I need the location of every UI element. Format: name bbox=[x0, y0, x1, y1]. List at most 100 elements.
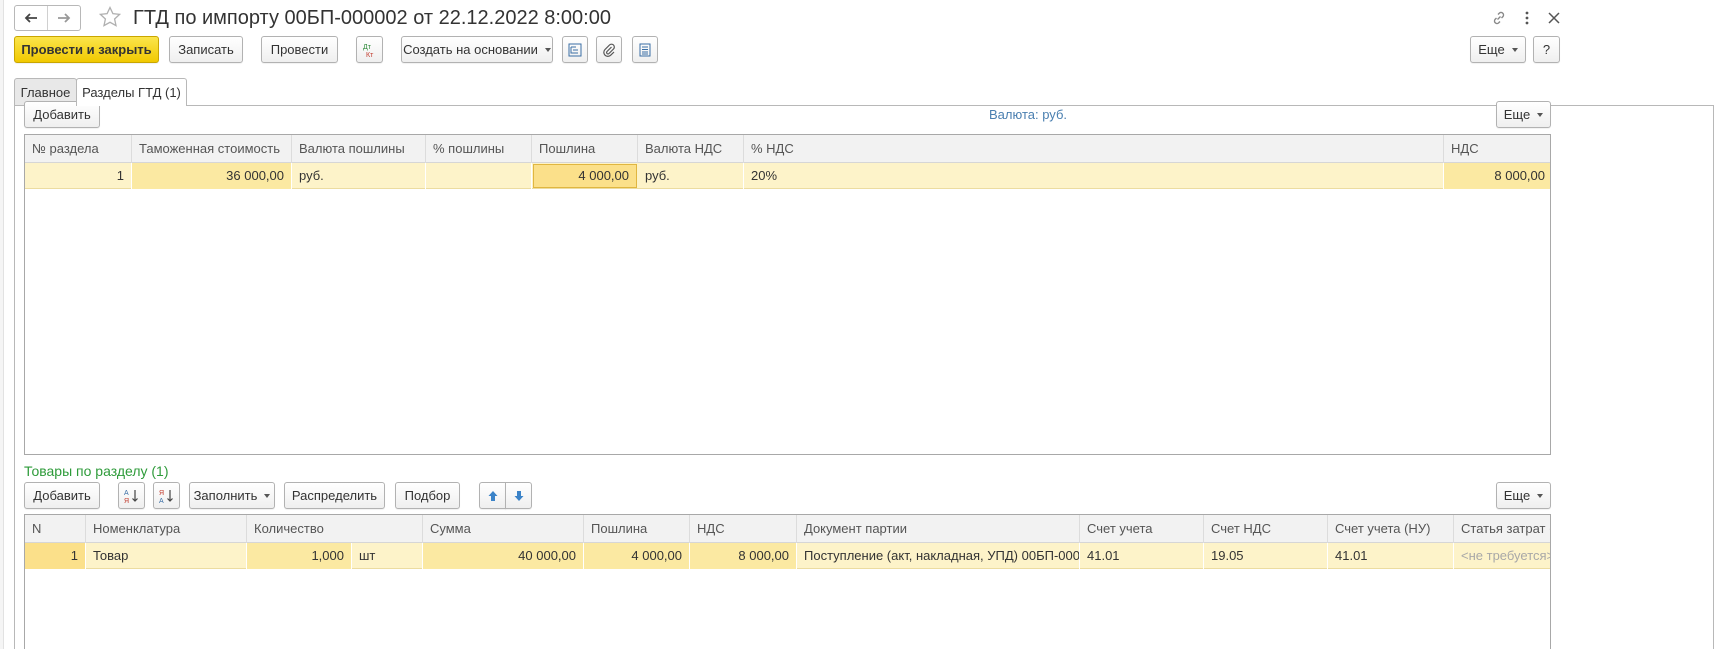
column-header[interactable]: Таможенная стоимость bbox=[132, 135, 292, 163]
sort-ascending-icon: АЯ bbox=[124, 489, 138, 504]
dt-kt-button[interactable]: Дт Кт bbox=[356, 36, 383, 63]
back-button[interactable] bbox=[15, 6, 47, 30]
forward-button[interactable] bbox=[47, 6, 80, 30]
distribute-button[interactable]: Распределить bbox=[284, 482, 385, 509]
post-button[interactable]: Провести bbox=[261, 36, 338, 63]
svg-text:А: А bbox=[124, 490, 129, 497]
table-row[interactable]: 1 Товар 1,000 шт 40 000,00 4 000,00 8 00… bbox=[25, 543, 1550, 569]
column-header[interactable]: Сумма bbox=[423, 515, 584, 543]
column-header[interactable]: Пошлина bbox=[584, 515, 690, 543]
help-button[interactable]: ? bbox=[1533, 36, 1560, 63]
move-down-button[interactable] bbox=[505, 482, 532, 509]
hierarchy-icon bbox=[568, 43, 582, 56]
goods-table-header: N Номенклатура Количество Сумма Пошлина … bbox=[25, 515, 1550, 543]
link-icon[interactable] bbox=[1488, 8, 1510, 28]
move-up-button[interactable] bbox=[479, 482, 506, 509]
tab-gtd-sections[interactable]: Разделы ГТД (1) bbox=[76, 78, 187, 106]
cost-item-cell[interactable]: <не требуется> bbox=[1454, 543, 1550, 569]
unit-cell[interactable]: шт bbox=[352, 543, 423, 569]
arrow-left-icon bbox=[24, 13, 37, 23]
tax-account-cell[interactable]: 41.01 bbox=[1328, 543, 1454, 569]
window-left-edge bbox=[0, 0, 4, 649]
duty-cell[interactable]: 4 000,00 bbox=[584, 543, 690, 569]
sort-descending-icon: ЯА bbox=[159, 489, 173, 504]
svg-text:Кт: Кт bbox=[366, 52, 374, 58]
column-header[interactable]: Счет учета (НУ) bbox=[1328, 515, 1454, 543]
column-header[interactable]: Валюта НДС bbox=[638, 135, 744, 163]
more-label: Еще bbox=[1478, 42, 1505, 57]
chevron-down-icon bbox=[544, 47, 551, 52]
dt-kt-icon: ДтКт bbox=[363, 44, 374, 58]
column-header[interactable]: Счет учета bbox=[1080, 515, 1204, 543]
page-title: ГТД по импорту 00БП-000002 от 22.12.2022… bbox=[133, 7, 611, 29]
row-number-cell[interactable]: 1 bbox=[25, 543, 86, 569]
fill-label: Заполнить bbox=[193, 488, 258, 503]
save-button[interactable]: Записать bbox=[169, 36, 243, 63]
vat-pct-cell[interactable]: 20% bbox=[744, 163, 1444, 189]
arrow-right-icon bbox=[58, 13, 71, 23]
goods-more-button[interactable]: Еще bbox=[1496, 482, 1551, 509]
svg-text:А: А bbox=[159, 498, 164, 504]
document-list-icon bbox=[639, 43, 651, 56]
more-vertical-icon[interactable] bbox=[1516, 8, 1538, 28]
sections-table: № раздела Таможенная стоимость Валюта по… bbox=[24, 134, 1551, 455]
vat-cell[interactable]: 8 000,00 bbox=[690, 543, 797, 569]
print-list-button[interactable] bbox=[632, 36, 658, 63]
column-header[interactable]: % пошлины bbox=[426, 135, 532, 163]
goods-more-label: Еще bbox=[1503, 488, 1531, 503]
column-header[interactable]: Документ партии bbox=[797, 515, 1080, 543]
column-header[interactable]: Пошлина bbox=[532, 135, 638, 163]
arrow-down-icon bbox=[514, 490, 523, 501]
column-header[interactable]: Счет НДС bbox=[1204, 515, 1328, 543]
chevron-down-icon bbox=[1537, 493, 1544, 498]
column-header[interactable]: Номенклатура bbox=[86, 515, 247, 543]
column-header[interactable]: % НДС bbox=[744, 135, 1444, 163]
column-header[interactable]: № раздела bbox=[25, 135, 132, 163]
section-num-cell[interactable]: 1 bbox=[25, 163, 132, 189]
batch-document-cell[interactable]: Поступление (акт, накладная, УПД) 00БП-0… bbox=[797, 543, 1080, 569]
fill-button[interactable]: Заполнить bbox=[189, 482, 275, 509]
sections-more-button[interactable]: Еще bbox=[1496, 101, 1551, 128]
add-goods-button[interactable]: Добавить bbox=[24, 482, 100, 509]
arrow-up-icon bbox=[488, 490, 497, 501]
close-icon[interactable] bbox=[1543, 8, 1565, 28]
sort-asc-button[interactable]: АЯ bbox=[118, 482, 145, 509]
column-header[interactable]: N bbox=[25, 515, 86, 543]
goods-table: N Номенклатура Количество Сумма Пошлина … bbox=[24, 514, 1551, 649]
vat-currency-cell[interactable]: руб. bbox=[638, 163, 744, 189]
column-header[interactable]: Количество bbox=[247, 515, 423, 543]
chevron-down-icon bbox=[1537, 112, 1544, 117]
svg-text:Я: Я bbox=[124, 498, 129, 504]
column-header[interactable]: Статья затрат (Н bbox=[1454, 515, 1550, 543]
create-based-on-button[interactable]: Создать на основании bbox=[401, 36, 553, 63]
goods-section-title: Товары по разделу (1) bbox=[24, 463, 169, 479]
item-cell[interactable]: Товар bbox=[86, 543, 247, 569]
customs-value-cell[interactable]: 36 000,00 bbox=[132, 163, 292, 189]
vat-account-cell[interactable]: 19.05 bbox=[1204, 543, 1328, 569]
table-row[interactable]: 1 36 000,00 руб. 4 000,00 руб. 20% 8 000… bbox=[25, 163, 1550, 189]
vat-cell[interactable]: 8 000,00 bbox=[1444, 163, 1550, 189]
account-cell[interactable]: 41.01 bbox=[1080, 543, 1204, 569]
column-header[interactable]: Валюта пошлины bbox=[292, 135, 426, 163]
column-header[interactable]: НДС bbox=[690, 515, 797, 543]
attachments-button[interactable] bbox=[596, 36, 622, 63]
sort-desc-button[interactable]: ЯА bbox=[153, 482, 180, 509]
duty-cell[interactable]: 4 000,00 bbox=[533, 164, 637, 188]
structure-button[interactable] bbox=[562, 36, 588, 63]
sum-cell[interactable]: 40 000,00 bbox=[423, 543, 584, 569]
quantity-cell[interactable]: 1,000 bbox=[247, 543, 352, 569]
create-based-on-label: Создать на основании bbox=[403, 42, 538, 57]
svg-text:Дт: Дт bbox=[363, 44, 372, 51]
duty-currency-cell[interactable]: руб. bbox=[292, 163, 426, 189]
duty-pct-cell[interactable] bbox=[426, 163, 532, 189]
svg-text:Я: Я bbox=[159, 490, 164, 497]
paperclip-icon bbox=[603, 43, 615, 57]
pick-button[interactable]: Подбор bbox=[395, 482, 460, 509]
chevron-down-icon bbox=[1511, 47, 1518, 52]
column-header[interactable]: НДС bbox=[1444, 135, 1550, 163]
favorite-star-icon[interactable] bbox=[98, 5, 122, 29]
post-and-close-button[interactable]: Провести и закрыть bbox=[14, 36, 159, 63]
sections-more-label: Еще bbox=[1503, 107, 1531, 122]
more-button[interactable]: Еще bbox=[1470, 36, 1526, 63]
currency-link[interactable]: Валюта: руб. bbox=[989, 107, 1067, 122]
